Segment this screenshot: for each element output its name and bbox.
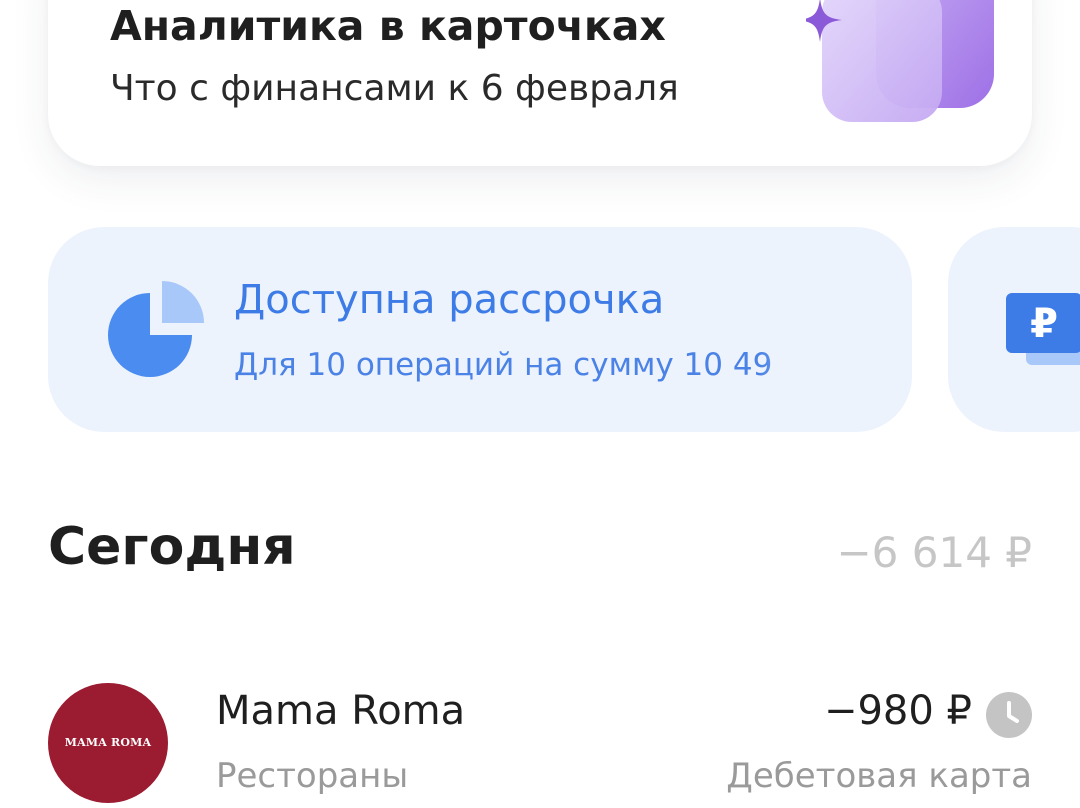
ruble-card-icon: ₽ [1006, 293, 1080, 365]
cards-sparkle-icon [806, 0, 994, 122]
pie-chart-icon [108, 281, 204, 377]
svg-text:₽: ₽ [1030, 301, 1058, 347]
installment-subtitle: Для 10 операций на сумму 10 49 [234, 347, 773, 383]
clock-icon [986, 692, 1032, 738]
analytics-card[interactable]: Аналитика в карточках Что с финансами к … [48, 0, 1032, 166]
transaction-row[interactable]: MAMA ROMA Mama Roma Рестораны −980 ₽ Деб… [0, 672, 1080, 808]
installment-banner[interactable]: Доступна рассрочка Для 10 операций на су… [48, 227, 912, 432]
merchant-name: Mama Roma [216, 688, 466, 734]
section-total: −6 614 ₽ [836, 528, 1032, 577]
installment-title: Доступна рассрочка [234, 277, 665, 323]
transaction-amount: −980 ₽ [823, 688, 972, 734]
section-title-today: Сегодня [48, 517, 296, 577]
next-banner[interactable]: ₽ [948, 227, 1080, 432]
page: Аналитика в карточках Что с финансами к … [0, 0, 1080, 808]
merchant-logo: MAMA ROMA [64, 736, 152, 749]
transaction-account: Дебетовая карта [726, 756, 1032, 796]
analytics-card-title: Аналитика в карточках [110, 2, 666, 50]
transaction-category: Рестораны [216, 756, 409, 796]
analytics-card-subtitle: Что с финансами к 6 февраля [110, 68, 679, 109]
merchant-avatar: MAMA ROMA [48, 683, 168, 803]
